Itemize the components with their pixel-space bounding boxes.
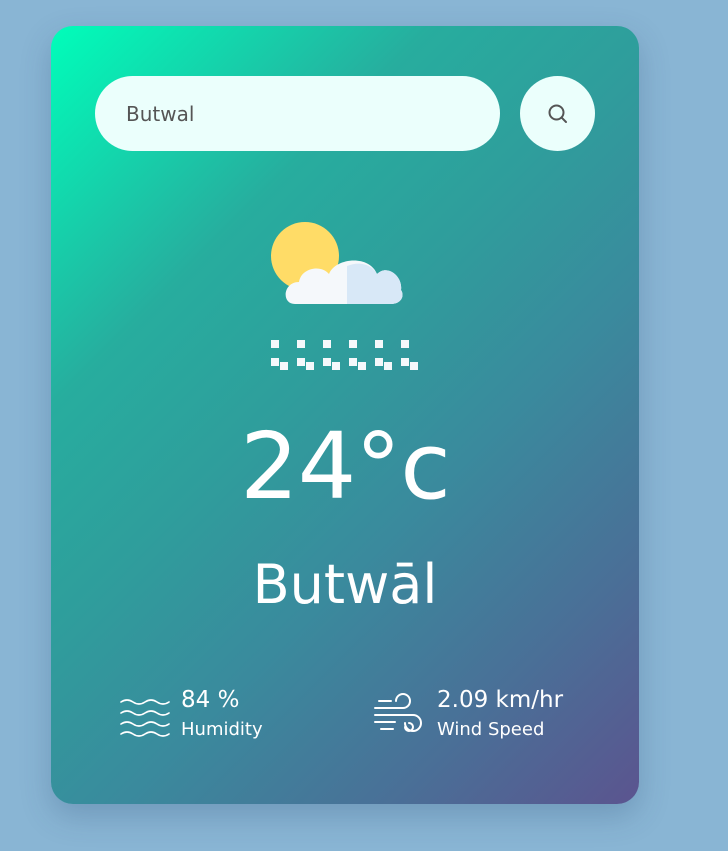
humidity-label: Humidity xyxy=(181,719,263,741)
humidity-detail: 84 % Humidity xyxy=(119,687,263,741)
waves-icon xyxy=(119,688,171,740)
humidity-value: 84 % xyxy=(181,687,240,713)
search-icon xyxy=(546,102,570,126)
wind-detail: 2.09 km/hr Wind Speed xyxy=(373,687,564,741)
temperature: 24°c xyxy=(240,413,451,520)
humidity-text: 84 % Humidity xyxy=(181,687,263,741)
city-search-input[interactable] xyxy=(95,76,500,151)
wind-value: 2.09 km/hr xyxy=(437,687,564,713)
wind-label: Wind Speed xyxy=(437,719,545,741)
city-name: Butwāl xyxy=(252,553,438,616)
wind-icon xyxy=(373,688,425,740)
snow-cloud-sun-icon xyxy=(265,216,425,376)
weather-card: 24°c Butwāl 84 % Humidity xyxy=(51,26,639,804)
search-button[interactable] xyxy=(520,76,595,151)
wind-text: 2.09 km/hr Wind Speed xyxy=(437,687,564,741)
